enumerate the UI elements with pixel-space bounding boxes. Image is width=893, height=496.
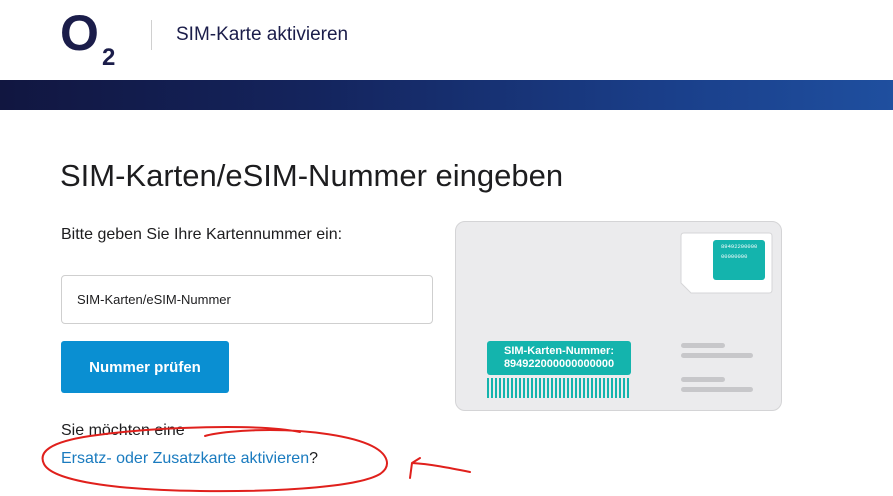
replacement-card-link-label[interactable]: Ersatz- oder Zusatzkarte aktivieren — [61, 450, 309, 467]
header-divider — [151, 20, 152, 50]
sim-number-input[interactable] — [61, 275, 433, 324]
sim-number-label-value: 894922000000000000 — [503, 358, 615, 370]
chip-number-line2: 00000000 — [721, 253, 748, 260]
header: O 2 SIM-Karte aktivieren — [0, 0, 893, 80]
replacement-card-intro: Sie möchten eine — [61, 422, 185, 439]
logo-subscript: 2 — [102, 44, 115, 68]
logo-letter: O — [60, 5, 99, 61]
placeholder-line — [681, 387, 753, 392]
chip-number-line1: 89492200000 — [721, 243, 758, 250]
header-gradient-band — [0, 80, 893, 110]
placeholder-line — [681, 353, 753, 358]
annotation-arrow — [409, 457, 471, 479]
sim-number-label: SIM-Karten-Nummer: 894922000000000000 — [487, 341, 631, 375]
replacement-card-link[interactable]: Ersatz- oder Zusatzkarte aktivieren? — [61, 450, 318, 468]
instruction-text: Bitte geben Sie Ihre Kartennummer ein: — [61, 226, 343, 243]
placeholder-line — [681, 377, 725, 382]
page-title: SIM-Karten/eSIM-Nummer eingeben — [60, 158, 564, 193]
sim-chip: 89492200000 00000000 — [713, 240, 765, 280]
check-number-button[interactable]: Nummer prüfen — [61, 341, 229, 393]
o2-logo[interactable]: O 2 — [60, 4, 124, 68]
sim-number-label-title: SIM-Karten-Nummer: — [503, 345, 614, 357]
sim-card-illustration: 89492200000 00000000 SIM-Karten-Nummer: … — [455, 221, 782, 411]
barcode — [487, 378, 631, 398]
header-title: SIM-Karte aktivieren — [176, 24, 349, 45]
placeholder-line — [681, 343, 725, 348]
replacement-card-question-mark: ? — [309, 450, 318, 467]
